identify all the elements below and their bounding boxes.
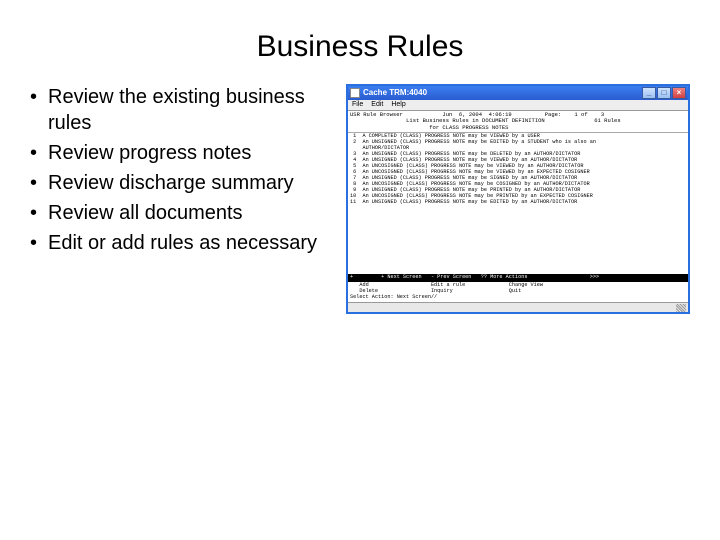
prompt[interactable]: Select Action: Next Screen//: [350, 294, 437, 300]
bullet-item: Review the existing business rules: [30, 84, 330, 136]
screenshot-window: Cache TRM:4040 _ □ × File Edit Help USR …: [346, 84, 690, 314]
action-grid: Add Edit a rule Change View Delete Inqui…: [348, 282, 688, 302]
window-controls: _ □ ×: [642, 87, 686, 99]
bullet-item: Review discharge summary: [30, 170, 330, 196]
close-button[interactable]: ×: [672, 87, 686, 99]
bullet-item: Review all documents: [30, 200, 330, 226]
slide-title: Business Rules: [0, 0, 720, 84]
bullet-list: Review the existing business rules Revie…: [30, 84, 330, 314]
bullet-item: Edit or add rules as necessary: [30, 230, 330, 256]
bullet-item: Review progress notes: [30, 140, 330, 166]
content-row: Review the existing business rules Revie…: [0, 84, 720, 314]
terminal-header: USR Rule Browser Jun 6, 2004 4:06:19 Pag…: [348, 111, 688, 133]
menu-file[interactable]: File: [352, 101, 363, 109]
menu-edit[interactable]: Edit: [371, 101, 383, 109]
titlebar: Cache TRM:4040 _ □ ×: [348, 86, 688, 100]
minimize-button[interactable]: _: [642, 87, 656, 99]
app-icon: [350, 88, 360, 98]
resize-grip-icon[interactable]: [676, 304, 686, 312]
menu-help[interactable]: Help: [391, 101, 405, 109]
window-title: Cache TRM:4040: [363, 88, 427, 97]
titlebar-left: Cache TRM:4040: [350, 88, 427, 98]
statusbar: [348, 302, 688, 312]
maximize-button[interactable]: □: [657, 87, 671, 99]
rule-row: 11 An UNSIGNED (CLASS) PROGRESS NOTE may…: [350, 199, 577, 205]
rule-list: 1 A COMPLETED (CLASS) PROGRESS NOTE may …: [348, 133, 688, 274]
nav-bar: + + Next Screen - Prev Screen ?? More Ac…: [348, 274, 688, 282]
menubar: File Edit Help: [348, 100, 688, 111]
